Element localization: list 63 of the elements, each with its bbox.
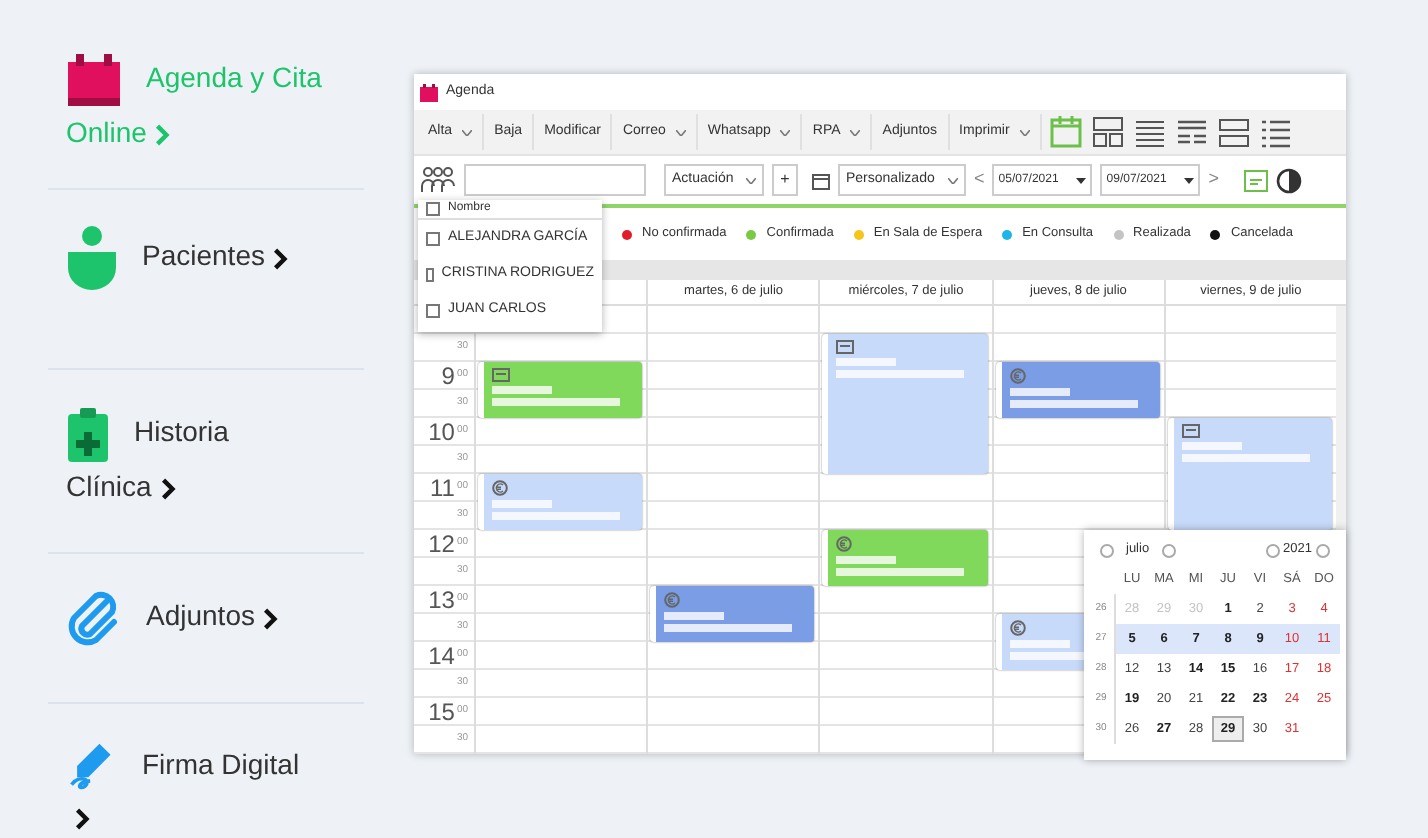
euro-icon <box>836 536 853 552</box>
view-toggle[interactable] <box>1047 114 1084 150</box>
appointment-block[interactable] <box>1167 418 1333 530</box>
next-month-button[interactable] <box>1161 543 1176 557</box>
caret-icon <box>675 129 686 135</box>
hour-label: 10 <box>428 420 455 444</box>
people-icon[interactable] <box>420 166 456 194</box>
card-icon <box>836 340 855 354</box>
caret-icon <box>780 129 791 135</box>
caret-icon <box>1076 177 1087 183</box>
view-toggle[interactable] <box>1215 114 1252 150</box>
caret-icon <box>746 177 756 183</box>
sidebar-item[interactable]: Historia Clínica <box>66 406 322 512</box>
appointment-block[interactable] <box>822 334 988 474</box>
caret-icon <box>850 129 861 135</box>
hour-label: 11 <box>429 476 455 500</box>
appointment-block[interactable] <box>650 586 815 642</box>
calendar-icon <box>420 83 438 101</box>
caret-icon <box>948 177 958 183</box>
checkbox[interactable] <box>426 231 440 245</box>
previous-year-button[interactable] <box>1265 543 1280 557</box>
caret-icon <box>1184 177 1195 183</box>
caret-icon <box>462 129 473 135</box>
contrast-icon[interactable] <box>1275 167 1302 193</box>
chevron-right-icon <box>272 247 289 269</box>
hour-label: 13 <box>428 588 455 612</box>
view-toggle[interactable] <box>1089 114 1126 150</box>
appointment-block[interactable] <box>478 362 643 418</box>
chevron-right-icon <box>159 477 176 500</box>
paperclip-icon <box>66 590 122 646</box>
card-icon <box>1181 424 1200 438</box>
card-icon <box>492 368 510 382</box>
clipboard-icon <box>66 406 110 462</box>
search-field[interactable] <box>464 164 646 196</box>
checkbox[interactable] <box>426 267 434 281</box>
next-button[interactable]: > <box>1208 166 1220 194</box>
previous-month-button[interactable] <box>1100 543 1114 557</box>
hour-label: 12 <box>428 532 455 556</box>
chevron-right-icon <box>154 123 171 146</box>
appointment-block[interactable] <box>822 530 988 586</box>
sidebar-item[interactable]: Adjuntos <box>66 590 322 646</box>
appointment-block[interactable] <box>478 474 643 530</box>
calendar-icon <box>66 52 122 108</box>
previous-button[interactable]: < <box>974 166 985 194</box>
sidebar-item[interactable]: Pacientes <box>66 226 322 290</box>
calendar-icon[interactable] <box>812 171 830 189</box>
person-icon <box>66 226 118 290</box>
euro-icon <box>1009 368 1026 384</box>
euro-icon <box>664 592 681 608</box>
euro-icon <box>1009 620 1026 636</box>
appointment-block[interactable] <box>995 362 1160 418</box>
next-year-button[interactable] <box>1316 543 1330 557</box>
checkbox[interactable] <box>426 303 440 317</box>
hour-label: 14 <box>428 644 455 668</box>
euro-icon <box>492 480 508 496</box>
hour-label: 9 <box>441 364 455 388</box>
chevron-right-icon <box>74 808 90 831</box>
checkbox[interactable] <box>426 202 440 216</box>
hour-label: 15 <box>428 700 455 724</box>
add-button[interactable]: + <box>772 164 798 196</box>
caret-icon <box>1019 129 1030 135</box>
chevron-right-icon <box>262 607 279 629</box>
sidebar-item[interactable]: Firma Digital <box>66 740 322 838</box>
